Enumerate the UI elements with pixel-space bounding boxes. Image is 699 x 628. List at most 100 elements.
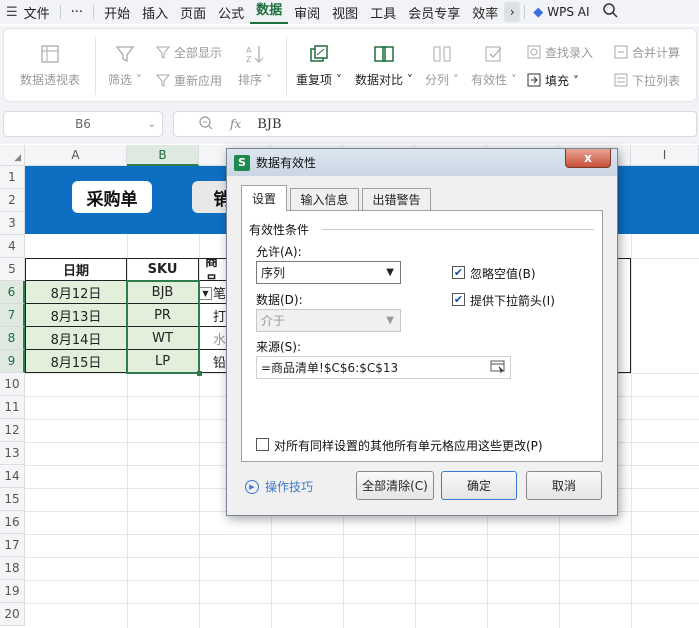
source-input[interactable]: =商品清单!$C$6:$C$13 [256,356,511,379]
tips-link[interactable]: ▶ 操作技巧 [245,478,313,495]
range-picker-icon[interactable] [490,360,506,377]
tab-efficiency[interactable]: 效率 [466,3,504,22]
name-box[interactable]: B6 ⌄ [3,111,163,137]
product-cell[interactable]: 铅 [199,350,227,373]
header-cell-product[interactable]: 商品 [199,258,227,281]
header-cell-date[interactable]: 日期 [25,258,127,281]
row-header-4[interactable]: 4 [0,235,25,258]
tab-data[interactable]: 数据 [250,0,289,24]
row-header-9[interactable]: 9 [0,350,25,373]
consolidate-button[interactable]: 合并计算 [614,43,680,61]
row-header-3[interactable]: 3 [0,212,25,235]
split-column-button[interactable]: 分列 ˅ [425,43,459,88]
row-header-12[interactable]: 12 [0,419,25,442]
ignore-blank-checkbox[interactable]: ✔ [452,266,465,279]
zoom-search-icon[interactable] [198,115,214,135]
dropdown-list-button[interactable]: 下拉列表 [614,71,680,89]
column-header-a[interactable]: A [25,145,127,166]
row-header-14[interactable]: 14 [0,465,25,488]
pivot-table-button[interactable]: 数据透视表 [20,43,80,88]
row-header-16[interactable]: 16 [0,511,25,534]
row-header-10[interactable]: 10 [0,373,25,396]
sku-cell[interactable]: WT [127,327,199,350]
row-header-15[interactable]: 15 [0,488,25,511]
show-all-button[interactable]: 全部显示 [156,43,222,61]
product-cell[interactable]: 水 [199,327,227,350]
row-header-5[interactable]: 5 [0,258,25,281]
compare-button[interactable]: 数据对比 ˅ [355,43,413,88]
row-header-18[interactable]: 18 [0,557,25,580]
dialog-titlebar[interactable]: S 数据有效性 x [227,149,617,176]
date-cell[interactable]: 8月15日 [25,350,127,373]
reapply-button[interactable]: 重新应用 [156,71,222,89]
row-header-11[interactable]: 11 [0,396,25,419]
sort-button[interactable]: AZ 排序 ˅ [238,43,272,88]
close-button[interactable]: x [565,149,611,168]
formula-input[interactable]: fx BJB [173,111,697,137]
tab-input-message[interactable]: 输入信息 [290,188,359,210]
gridline [631,166,632,628]
pivot-table-label: 数据透视表 [20,73,81,87]
purchase-order-button[interactable]: 采购单 [72,181,152,213]
data-select[interactable]: 介于 ▼ [256,309,401,332]
tab-formula[interactable]: 公式 [212,3,250,22]
row-header-19[interactable]: 19 [0,580,25,603]
tab-insert[interactable]: 插入 [136,3,174,22]
chevron-right-icon[interactable]: › [504,2,521,22]
allow-value: 序列 [261,266,286,280]
select-all-corner[interactable]: ◢ [0,145,25,166]
fill-handle[interactable] [197,371,202,376]
tab-page[interactable]: 页面 [174,3,212,22]
row-header-2[interactable]: 2 [0,189,25,212]
tab-settings[interactable]: 设置 [241,185,287,211]
date-cell[interactable]: 8月13日 [25,304,127,327]
clear-all-button[interactable]: 全部清除(C) [356,471,434,500]
ribbon-panel: 数据透视表 筛选 ˅ 全部显示 重新应用 AZ 排序 ˅ 重复项 ˅ 数据对比 … [3,28,697,102]
menu-file[interactable]: 文件 [18,3,56,22]
sku-cell[interactable]: BJB [127,281,199,304]
consolidate-icon [614,45,628,59]
date-cell[interactable]: 8月12日 [25,281,127,304]
fx-icon[interactable]: fx [230,117,241,131]
apply-all-checkbox[interactable] [256,438,269,451]
sku-cell[interactable]: PR [127,304,199,327]
product-cell[interactable]: 打 [199,304,227,327]
header-cell-sku[interactable]: SKU [127,258,199,281]
allow-select[interactable]: 序列 ▼ [256,261,401,284]
ok-button[interactable]: 确定 [441,471,517,500]
hamburger-icon[interactable]: ☰ [6,5,18,20]
search-icon[interactable] [602,2,618,22]
row-header-20[interactable]: 20 [0,603,25,626]
sku-cell[interactable]: LP [127,350,199,373]
row-header-1[interactable]: 1 [0,166,25,189]
filter-button[interactable]: 筛选 ˅ [108,43,142,88]
tab-tools[interactable]: 工具 [364,3,402,22]
cancel-button[interactable]: 取消 [526,471,602,500]
date-cell[interactable]: 8月14日 [25,327,127,350]
validity-button[interactable]: 有效性 ˅ [471,43,517,88]
wps-ai-icon: ◆ [533,4,544,20]
dropdown-arrow-checkbox[interactable]: ✔ [452,293,465,306]
row-header-13[interactable]: 13 [0,442,25,465]
tab-view[interactable]: 视图 [326,3,364,22]
row-header-7[interactable]: 7 [0,304,25,327]
fill-button[interactable]: 填充 ˅ [527,71,579,89]
duplicates-button[interactable]: 重复项 ˅ [296,43,342,88]
column-header-i[interactable]: I [631,145,699,166]
tab-home[interactable]: 开始 [98,3,136,22]
tab-error-alert[interactable]: 出错警告 [362,188,431,210]
cell-dropdown-arrow-icon[interactable]: ▼ [199,287,212,300]
chevron-down-icon[interactable]: ⌄ [148,119,156,130]
tab-member[interactable]: 会员专享 [402,3,466,22]
menu-more[interactable]: ··· [65,5,89,20]
svg-text:Z: Z [246,55,252,64]
row-header-17[interactable]: 17 [0,534,25,557]
row-header-8[interactable]: 8 [0,327,25,350]
wps-spreadsheet-icon: S [234,154,250,171]
wps-ai-button[interactable]: ◆ WPS AI [533,5,589,20]
column-header-b[interactable]: B [127,145,199,166]
find-entry-button[interactable]: 查找录入 [527,43,593,61]
tab-review[interactable]: 审阅 [288,3,326,22]
formula-value: BJB [257,116,282,132]
row-header-6[interactable]: 6 [0,281,25,304]
